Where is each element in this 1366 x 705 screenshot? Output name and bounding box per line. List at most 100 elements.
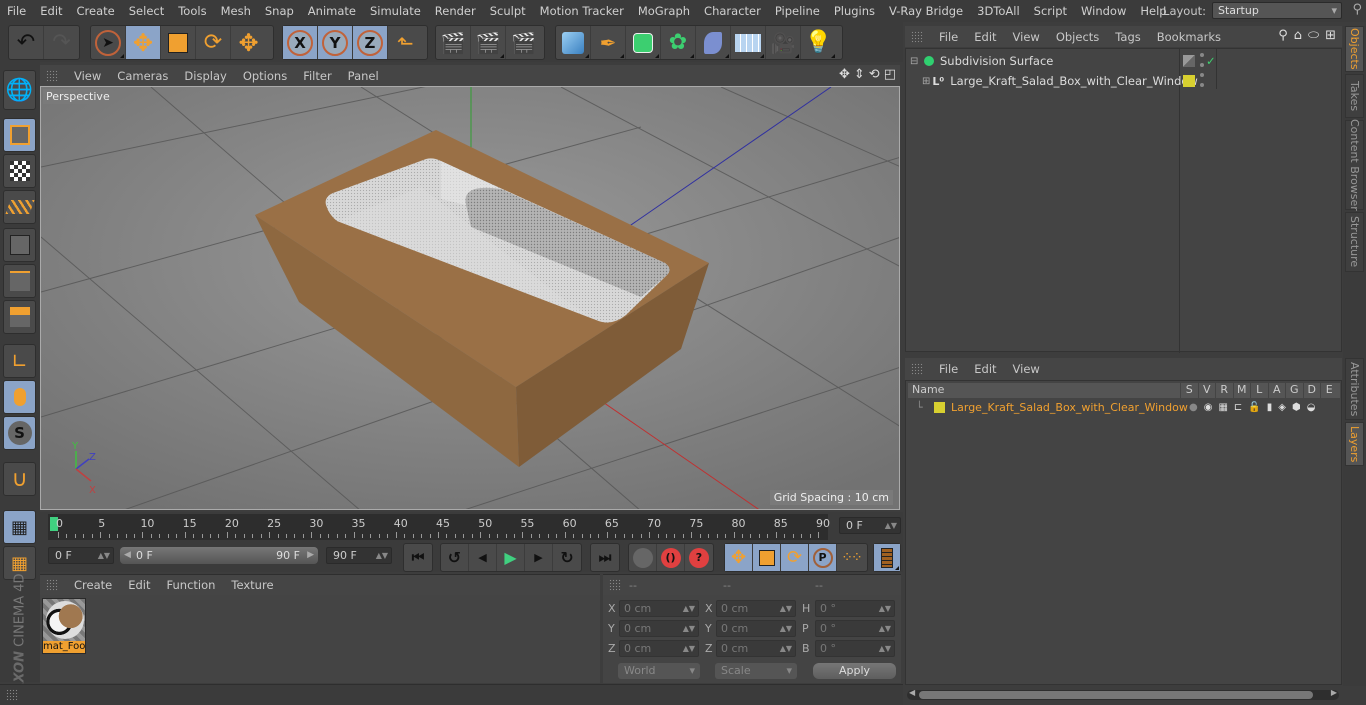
layer-row[interactable]: └ Large_Kraft_Salad_Box_with_Clear_Windo… bbox=[908, 399, 1340, 416]
pos-x-field[interactable]: 0 cm ▲▼ bbox=[619, 600, 699, 617]
objects-menu-view[interactable]: View bbox=[1005, 30, 1048, 44]
timeline-window-button[interactable] bbox=[874, 544, 900, 571]
key-scale-button[interactable] bbox=[753, 544, 781, 571]
tab-attributes[interactable]: Attributes bbox=[1345, 358, 1364, 420]
menu-pipeline[interactable]: Pipeline bbox=[768, 4, 827, 18]
object-row-salad-box[interactable]: ⊞ L⁰ Large_Kraft_Salad_Box_with_Clear_Wi… bbox=[906, 71, 1204, 91]
edges-mode-button[interactable] bbox=[3, 264, 36, 298]
layers-menu-view[interactable]: View bbox=[1005, 362, 1048, 376]
size-mode-dropdown[interactable]: Scale bbox=[715, 663, 797, 679]
expression-icon[interactable]: ◒ bbox=[1307, 402, 1316, 413]
search-icon[interactable]: ⚲ bbox=[1278, 28, 1288, 43]
frame-range-slider[interactable]: ◀ 0 F 90 F ▶ bbox=[120, 547, 318, 564]
scale-tool-button[interactable] bbox=[161, 26, 196, 59]
object-row-subdivision[interactable]: ⊟ Subdivision Surface ✓ bbox=[906, 51, 1216, 71]
scroll-left-icon[interactable]: ◀ bbox=[909, 688, 915, 697]
panel-grip[interactable] bbox=[46, 579, 58, 591]
pen-spline-button[interactable]: ✒ bbox=[591, 26, 626, 59]
layers-menu-file[interactable]: File bbox=[931, 362, 966, 376]
panel-grip[interactable] bbox=[609, 579, 621, 591]
play-button[interactable]: ▶ bbox=[497, 544, 525, 571]
menu-script[interactable]: Script bbox=[1027, 4, 1074, 18]
cloner-button[interactable]: ✿ bbox=[661, 26, 696, 59]
menu-select[interactable]: Select bbox=[122, 4, 171, 18]
deformer-button[interactable] bbox=[696, 26, 731, 59]
menu-file[interactable]: File bbox=[0, 4, 33, 18]
key-parameter-button[interactable]: P bbox=[809, 544, 837, 571]
pan-icon[interactable]: ✥ bbox=[839, 67, 850, 82]
column-manager[interactable]: M bbox=[1232, 383, 1251, 398]
deformer-icon[interactable]: ⬢ bbox=[1292, 402, 1301, 413]
rot-p-field[interactable]: 0 ° ▲▼ bbox=[815, 620, 895, 637]
coordinate-system-button[interactable]: ⬑ bbox=[388, 26, 423, 59]
subdivision-button[interactable] bbox=[626, 26, 661, 59]
column-name[interactable]: Name bbox=[908, 383, 1180, 398]
pos-y-field[interactable]: 0 cm ▲▼ bbox=[619, 620, 699, 637]
visibility-dot-editor[interactable] bbox=[1200, 73, 1204, 77]
camera-button[interactable]: 🎥 bbox=[766, 26, 801, 59]
visibility-dot-editor[interactable] bbox=[1200, 53, 1204, 57]
timeline-ruler[interactable]: 0 5 10 15 20 25 30 35 40 45 50 55 60 65 70 75 80 85 90 bbox=[48, 514, 830, 540]
scroll-right-icon[interactable]: ▶ bbox=[1331, 688, 1337, 697]
x-axis-lock-button[interactable]: X bbox=[283, 26, 318, 59]
layer-horizontal-scrollbar[interactable]: ◀ ▶ bbox=[905, 688, 1342, 702]
locked-workplane-button[interactable]: ▦ bbox=[3, 510, 36, 544]
render-view-button[interactable]: 🎬 bbox=[436, 26, 471, 59]
material-swatch[interactable]: mat_Foo bbox=[42, 598, 86, 654]
recent-tool-button[interactable]: ✥ bbox=[231, 26, 266, 59]
menu-render[interactable]: Render bbox=[428, 4, 483, 18]
goto-end-button[interactable]: ⏭ bbox=[591, 544, 619, 571]
eye-icon[interactable]: ◉ bbox=[1204, 402, 1213, 413]
column-generators[interactable]: G bbox=[1285, 383, 1303, 398]
rot-b-field[interactable]: 0 ° ▲▼ bbox=[815, 640, 895, 657]
generator-icon[interactable]: ◈ bbox=[1278, 402, 1286, 413]
render-clapper-icon[interactable]: ▦ bbox=[1218, 402, 1227, 413]
next-frame-button[interactable]: ▶ bbox=[525, 544, 553, 571]
move-tool-button[interactable]: ✥ bbox=[126, 26, 161, 59]
objects-menu-objects[interactable]: Objects bbox=[1048, 30, 1107, 44]
panel-grip[interactable] bbox=[911, 363, 923, 375]
make-editable-button[interactable]: 🌐 bbox=[3, 70, 36, 110]
tab-structure[interactable]: Structure bbox=[1345, 212, 1364, 272]
orbit-icon[interactable]: ⟲ bbox=[869, 67, 880, 82]
size-x-field[interactable]: 0 cm ▲▼ bbox=[716, 600, 796, 617]
render-picture-viewer-button[interactable]: 🎬 bbox=[471, 26, 506, 59]
maximize-view-icon[interactable]: ◰ bbox=[884, 67, 896, 82]
cube-button[interactable] bbox=[556, 26, 591, 59]
layout-dropdown[interactable]: Startup bbox=[1212, 2, 1342, 19]
z-axis-lock-button[interactable]: Z bbox=[353, 26, 388, 59]
viewport-menu-view[interactable]: View bbox=[66, 69, 109, 83]
menu-mograph[interactable]: MoGraph bbox=[631, 4, 697, 18]
menu-create[interactable]: Create bbox=[70, 4, 122, 18]
live-selection-button[interactable]: ➤ bbox=[91, 26, 126, 59]
viewport-menu-display[interactable]: Display bbox=[176, 69, 234, 83]
menu-snap[interactable]: Snap bbox=[258, 4, 301, 18]
rotate-tool-button[interactable]: ⟳ bbox=[196, 26, 231, 59]
coordinate-mode-dropdown[interactable]: World bbox=[618, 663, 700, 679]
record-key-button[interactable] bbox=[629, 544, 657, 571]
dolly-icon[interactable]: ⇕ bbox=[854, 67, 865, 82]
layers-menu-edit[interactable]: Edit bbox=[966, 362, 1004, 376]
expand-icon[interactable]: ⊞ bbox=[922, 76, 930, 87]
menu-simulate[interactable]: Simulate bbox=[363, 4, 428, 18]
key-rotation-button[interactable]: ⟳ bbox=[781, 544, 809, 571]
column-locked[interactable]: L bbox=[1250, 383, 1268, 398]
goto-start-button[interactable]: ⏮ bbox=[404, 544, 432, 571]
menu-plugins[interactable]: Plugins bbox=[827, 4, 882, 18]
material-menu-create[interactable]: Create bbox=[66, 578, 120, 592]
tab-takes[interactable]: Takes bbox=[1345, 74, 1364, 118]
range-left-arrow-icon[interactable]: ◀ bbox=[124, 547, 131, 564]
tab-objects[interactable]: Objects bbox=[1345, 26, 1364, 72]
menu-window[interactable]: Window bbox=[1074, 4, 1133, 18]
ellipse-icon[interactable]: ⬭ bbox=[1308, 28, 1319, 43]
collapse-icon[interactable]: ⊟ bbox=[910, 56, 922, 67]
axis-mode-button[interactable]: ∟ bbox=[3, 344, 36, 378]
enabled-check-icon[interactable]: ✓ bbox=[1206, 54, 1216, 68]
column-expressions[interactable]: E bbox=[1320, 383, 1338, 398]
viewport-menu-filter[interactable]: Filter bbox=[295, 69, 339, 83]
tab-content-browser[interactable]: Content Browser bbox=[1345, 119, 1364, 211]
camera-label[interactable]: Perspective bbox=[43, 89, 113, 104]
objects-menu-edit[interactable]: Edit bbox=[966, 30, 1004, 44]
objects-menu-file[interactable]: File bbox=[931, 30, 966, 44]
column-render[interactable]: R bbox=[1215, 383, 1233, 398]
